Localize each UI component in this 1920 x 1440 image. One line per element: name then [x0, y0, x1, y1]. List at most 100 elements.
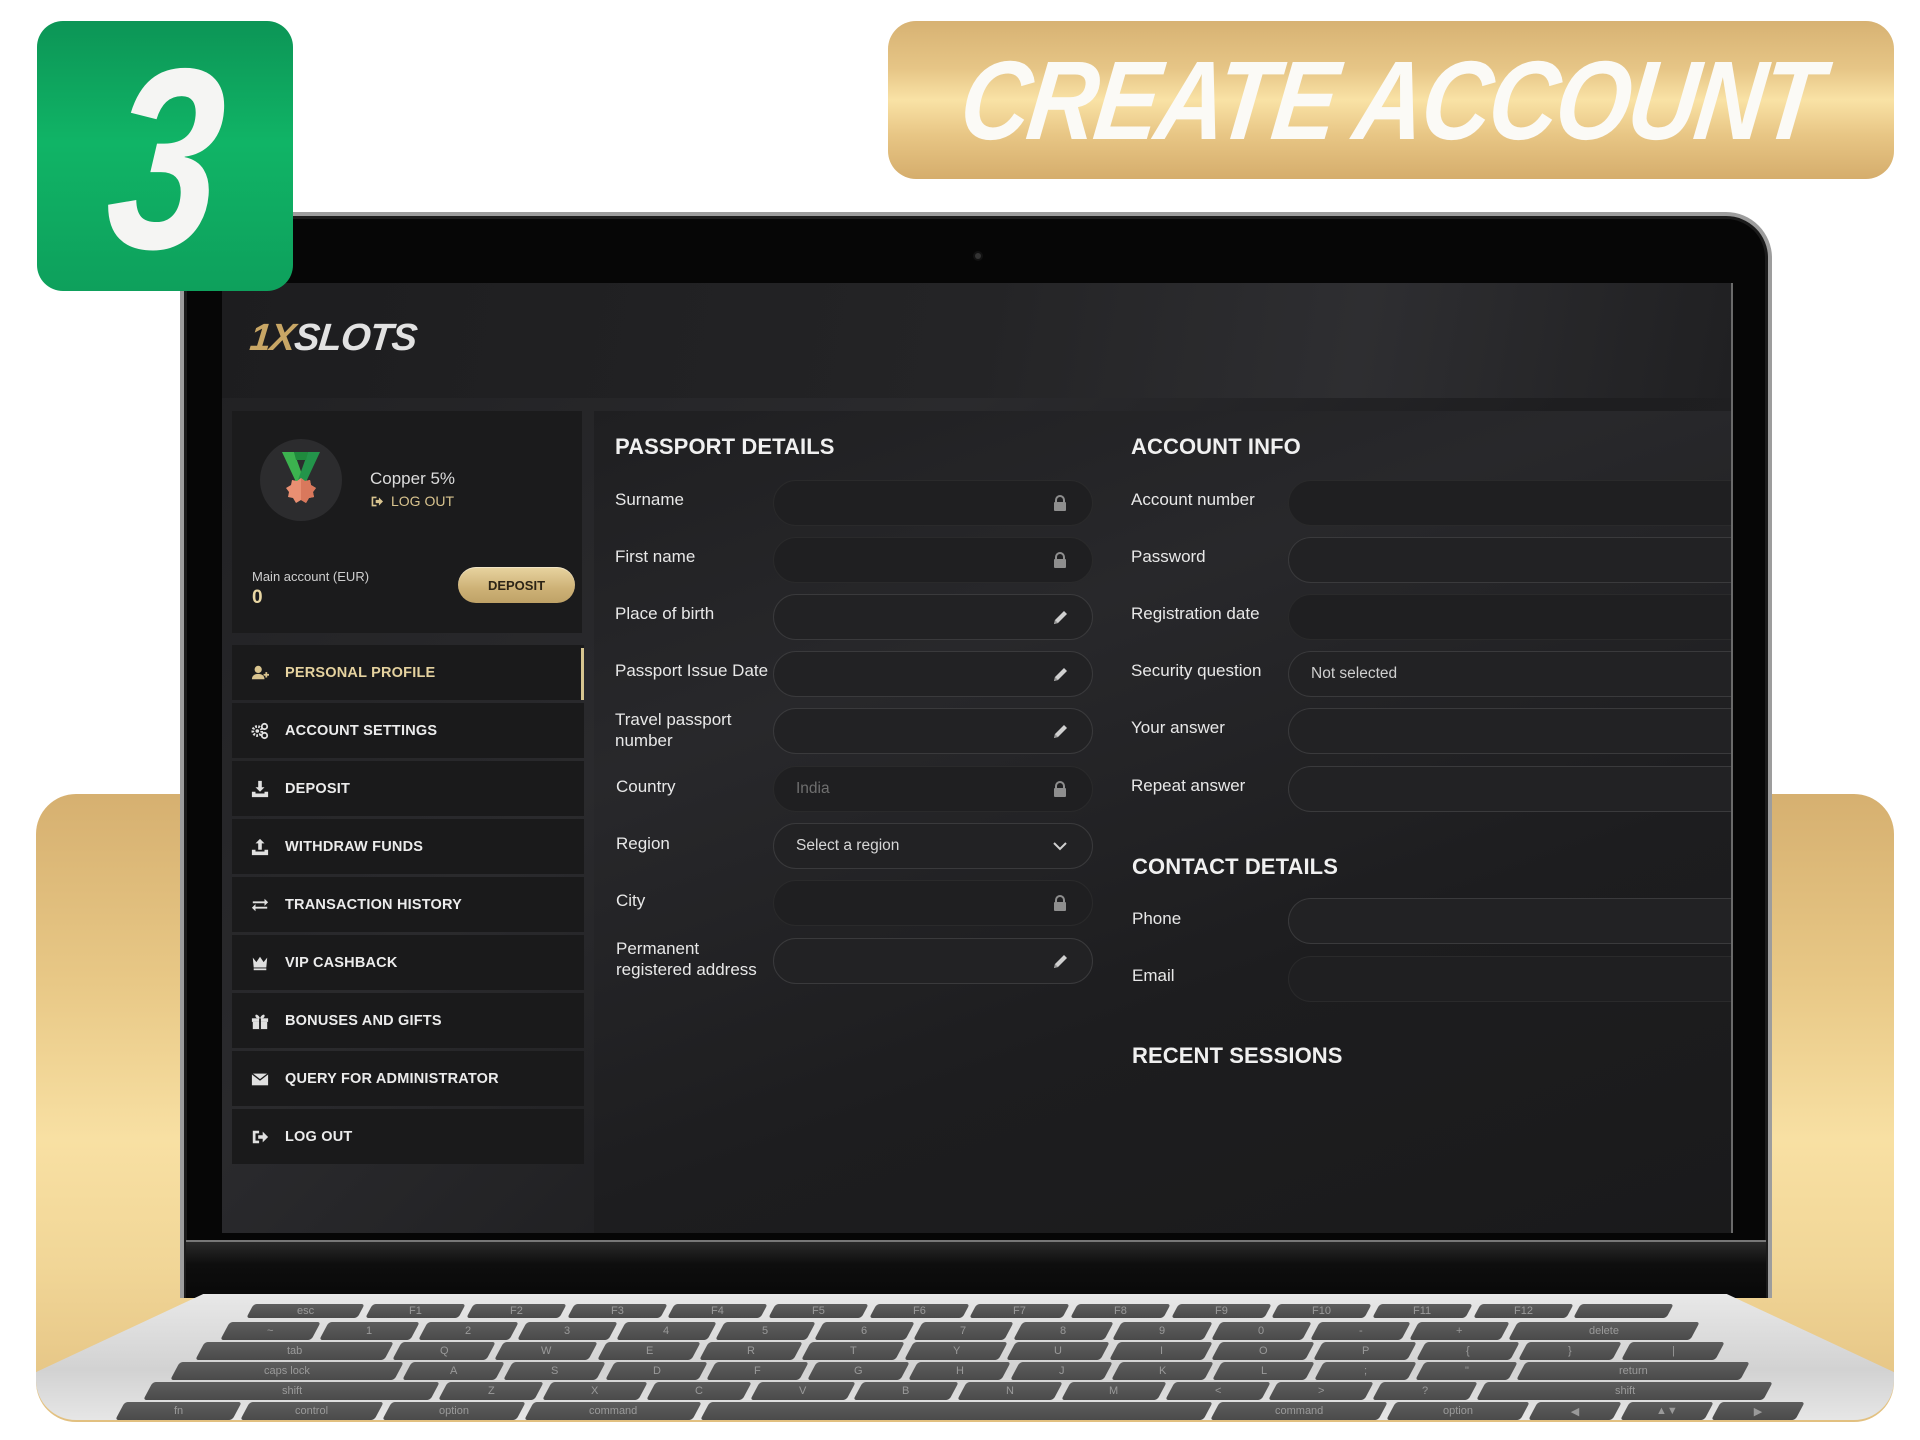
- keyboard-key: 9: [1111, 1322, 1213, 1340]
- keyboard-key: 8: [1012, 1322, 1114, 1340]
- copper-medal-icon: [260, 439, 342, 521]
- password-label: Password: [1131, 547, 1206, 566]
- account-number-field[interactable]: [1288, 480, 1733, 526]
- keyboard-key: >: [1268, 1382, 1374, 1400]
- contact-details-title: CONTACT DETAILS: [1132, 854, 1338, 879]
- first-name-label: First name: [615, 547, 696, 566]
- sidebar-item-query-for-administrator[interactable]: QUERY FOR ADMINISTRATOR: [232, 1051, 584, 1106]
- keyboard-key: 3: [517, 1322, 619, 1340]
- surname-field[interactable]: [773, 480, 1093, 526]
- transfer-arrows-icon: [250, 895, 270, 915]
- keyboard-key: |: [1620, 1342, 1725, 1360]
- sidebar-item-label: VIP CASHBACK: [285, 954, 398, 971]
- keyboard-key: J: [1009, 1362, 1113, 1380]
- sidebar-item-withdraw-funds[interactable]: WITHDRAW FUNDS: [232, 819, 584, 874]
- keyboard-key: -: [1309, 1322, 1411, 1340]
- registration-date-field[interactable]: [1288, 594, 1733, 640]
- keyboard-row: fn control option command command option ◀ ▲▼ ▶: [115, 1402, 1805, 1420]
- keyboard-key: L: [1212, 1362, 1316, 1380]
- keyboard-key: 1: [319, 1322, 420, 1340]
- sidebar-item-label: PERSONAL PROFILE: [285, 664, 436, 681]
- keyboard-row: ~1 2 3 4 5 6 7 8 9 0- + delete: [220, 1322, 1700, 1340]
- gift-icon: [250, 1011, 270, 1031]
- keyboard-key: F2: [466, 1304, 567, 1318]
- permanent-address-field[interactable]: [773, 938, 1093, 984]
- keyboard-key: K: [1111, 1362, 1215, 1380]
- keyboard-key: F6: [868, 1304, 969, 1318]
- loyalty-tier: Copper 5%: [370, 469, 456, 488]
- lock-icon: [1050, 550, 1070, 570]
- travel-passport-number-field[interactable]: [773, 708, 1093, 754]
- email-field[interactable]: [1288, 956, 1733, 1002]
- sidebar-item-account-settings[interactable]: ACCOUNT SETTINGS: [232, 703, 584, 758]
- region-dropdown[interactable]: Select a region: [773, 823, 1093, 869]
- keyboard-key: ": [1415, 1362, 1518, 1380]
- keyboard: esc F1 F2 F3 F4 F5 F6 F7 F8 F9 F10 F11 F12 ~1 2 3 4 5 6 7 8 9…: [100, 1298, 1830, 1420]
- deposit-button[interactable]: DEPOSIT: [458, 567, 575, 603]
- repeat-answer-field[interactable]: [1288, 766, 1733, 812]
- keyboard-key: F8: [1070, 1304, 1171, 1318]
- pencil-icon[interactable]: [1050, 607, 1070, 627]
- sidebar-item-log-out[interactable]: LOG OUT: [232, 1109, 584, 1164]
- profile-logout-link[interactable]: LOG OUT: [370, 493, 454, 509]
- keyboard-key: D: [604, 1362, 708, 1380]
- sidebar-item-label: BONUSES AND GIFTS: [285, 1012, 442, 1029]
- keyboard-key: R: [699, 1342, 804, 1360]
- site-logo[interactable]: 1XSLOTS: [248, 317, 419, 360]
- banner-title: CREATE ACCOUNT: [954, 37, 1828, 163]
- title-banner: CREATE ACCOUNT: [888, 21, 1894, 179]
- pencil-icon[interactable]: [1050, 664, 1070, 684]
- keyboard-key: M: [1060, 1382, 1167, 1400]
- keyboard-key: F1: [365, 1304, 466, 1318]
- your-answer-field[interactable]: [1288, 708, 1733, 754]
- keyboard-key: Y: [904, 1342, 1009, 1360]
- laptop-screen: 1XSLOTS Copper 5% LOG OUT Main account (…: [222, 283, 1733, 1233]
- security-question-dropdown[interactable]: Not selected: [1288, 651, 1733, 697]
- sidebar-item-label: DEPOSIT: [285, 780, 351, 797]
- account-info-title: ACCOUNT INFO: [1131, 434, 1301, 459]
- keyboard-key: ◀: [1527, 1402, 1622, 1420]
- keyboard-key: ▲▼: [1619, 1402, 1714, 1420]
- keyboard-key: 5: [715, 1322, 817, 1340]
- lock-icon: [1050, 493, 1070, 513]
- first-name-field[interactable]: [773, 537, 1093, 583]
- sidebar-item-label: ACCOUNT SETTINGS: [285, 722, 438, 739]
- keyboard-key: ?: [1372, 1382, 1478, 1400]
- sidebar-item-vip-cashback[interactable]: VIP CASHBACK: [232, 935, 584, 990]
- your-answer-label: Your answer: [1131, 718, 1225, 737]
- password-field[interactable]: [1288, 537, 1733, 583]
- keyboard-key: F7: [969, 1304, 1070, 1318]
- download-tray-icon: [250, 779, 270, 799]
- sidebar-item-personal-profile[interactable]: PERSONAL PROFILE: [232, 645, 584, 700]
- keyboard-key: tab: [195, 1342, 394, 1360]
- security-question-label: Security question: [1131, 661, 1262, 680]
- keyboard-key: O: [1211, 1342, 1316, 1360]
- keyboard-key: option: [1385, 1402, 1530, 1420]
- keyboard-key: F10: [1271, 1304, 1372, 1318]
- lock-icon: [1050, 893, 1070, 913]
- keyboard-key: ~: [220, 1322, 321, 1340]
- keyboard-key: H: [908, 1362, 1012, 1380]
- keyboard-row: caps lock A S D F G H J K L; " return: [170, 1362, 1750, 1380]
- keyboard-key: +: [1408, 1322, 1510, 1340]
- pencil-icon[interactable]: [1050, 721, 1070, 741]
- place-of-birth-field[interactable]: [773, 594, 1093, 640]
- sidebar-item-bonuses-and-gifts[interactable]: BONUSES AND GIFTS: [232, 993, 584, 1048]
- pencil-icon[interactable]: [1050, 951, 1070, 971]
- keyboard-key: P: [1313, 1342, 1418, 1360]
- passport-issue-date-field[interactable]: [773, 651, 1093, 697]
- logout-icon: [371, 496, 383, 506]
- keyboard-row: esc F1 F2 F3 F4 F5 F6 F7 F8 F9 F10 F11 F12: [246, 1304, 1674, 1318]
- keyboard-key: F4: [667, 1304, 768, 1318]
- profile-logout-label: LOG OUT: [391, 493, 455, 509]
- country-field[interactable]: India: [773, 766, 1093, 812]
- envelope-icon: [250, 1069, 270, 1089]
- sidebar-item-deposit[interactable]: DEPOSIT: [232, 761, 584, 816]
- keyboard-key: [1573, 1304, 1674, 1318]
- phone-field[interactable]: [1288, 898, 1733, 944]
- keyboard-key: delete: [1508, 1322, 1700, 1340]
- phone-label: Phone: [1132, 909, 1182, 928]
- email-label: Email: [1132, 966, 1175, 985]
- city-field[interactable]: [773, 880, 1093, 926]
- sidebar-item-transaction-history[interactable]: TRANSACTION HISTORY: [232, 877, 584, 932]
